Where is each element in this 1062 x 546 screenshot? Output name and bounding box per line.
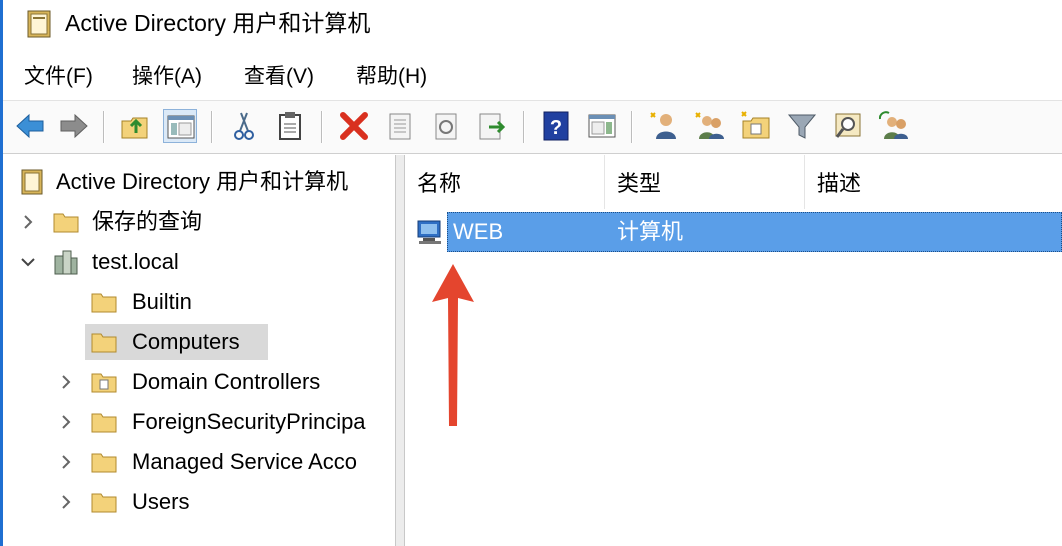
window-title: Active Directory 用户和计算机 bbox=[65, 10, 371, 36]
cut-icon[interactable] bbox=[227, 109, 261, 143]
toolbar-separator bbox=[523, 111, 525, 143]
menu-view[interactable]: 查看(V) bbox=[244, 64, 314, 90]
folder-icon bbox=[90, 408, 118, 436]
annotation-arrow bbox=[430, 262, 476, 430]
folder-icon bbox=[90, 328, 118, 356]
up-folder-icon[interactable] bbox=[119, 109, 153, 143]
toolbar-separator bbox=[211, 111, 213, 143]
paste-icon[interactable] bbox=[273, 109, 307, 143]
tree-item-label: test.local bbox=[92, 249, 179, 274]
tree-root-label: Active Directory 用户和计算机 bbox=[56, 169, 349, 194]
find-icon[interactable] bbox=[831, 109, 865, 143]
domain-icon bbox=[52, 248, 80, 276]
menu-action[interactable]: 操作(A) bbox=[132, 64, 202, 90]
column-header-label: 类型 bbox=[617, 171, 662, 196]
tree-item-label: Computers bbox=[132, 329, 240, 354]
add-to-group-icon[interactable] bbox=[877, 109, 911, 143]
row-selection-highlight bbox=[447, 212, 1062, 252]
console-tree: Active Directory 用户和计算机 保存的查询 test.local… bbox=[3, 155, 395, 546]
column-header-name[interactable]: 名称 bbox=[405, 155, 605, 209]
folder-icon bbox=[90, 488, 118, 516]
computer-icon bbox=[415, 218, 445, 246]
folder-icon bbox=[52, 208, 80, 236]
help-icon[interactable]: ? bbox=[539, 109, 573, 143]
tree-item-users[interactable]: Users bbox=[3, 484, 395, 520]
refresh-icon[interactable] bbox=[429, 109, 463, 143]
tree-item-managed-service-accounts[interactable]: Managed Service Acco bbox=[3, 444, 395, 480]
column-header-type[interactable]: 类型 bbox=[605, 155, 805, 209]
column-header-label: 描述 bbox=[817, 171, 862, 196]
app-icon bbox=[27, 10, 51, 38]
menu-bar: 文件(F) 操作(A) 查看(V) 帮助(H) bbox=[3, 58, 1062, 96]
back-icon[interactable] bbox=[13, 109, 47, 143]
details-pane: 名称 类型 描述 WEB 计算机 bbox=[405, 155, 1062, 546]
properties-icon[interactable] bbox=[383, 109, 417, 143]
tree-item-label: 保存的查询 bbox=[92, 209, 203, 234]
create-group-icon[interactable] bbox=[693, 109, 727, 143]
chevron-right-icon[interactable] bbox=[57, 493, 75, 511]
tree-item-builtin[interactable]: Builtin bbox=[3, 284, 395, 320]
chevron-right-icon[interactable] bbox=[19, 213, 37, 231]
cell-type: 计算机 bbox=[617, 219, 684, 244]
snapin-icon bbox=[18, 168, 46, 196]
chevron-right-icon[interactable] bbox=[57, 453, 75, 471]
tree-item-computers[interactable]: Computers bbox=[3, 324, 395, 360]
tree-item-label: Managed Service Acco bbox=[132, 449, 358, 474]
tree-item-label: Domain Controllers bbox=[132, 369, 321, 394]
list-item-web[interactable]: WEB 计算机 bbox=[413, 212, 1062, 252]
forward-icon[interactable] bbox=[57, 109, 91, 143]
tree-root[interactable]: Active Directory 用户和计算机 bbox=[3, 164, 395, 200]
create-ou-icon[interactable] bbox=[739, 109, 773, 143]
folder-icon bbox=[90, 288, 118, 316]
title-bar: Active Directory 用户和计算机 bbox=[3, 0, 1062, 48]
chevron-right-icon[interactable] bbox=[57, 413, 75, 431]
folder-icon bbox=[90, 448, 118, 476]
chevron-right-icon[interactable] bbox=[57, 373, 75, 391]
cell-name: WEB bbox=[453, 219, 504, 244]
pane-splitter[interactable] bbox=[395, 155, 405, 546]
toolbar-separator bbox=[321, 111, 323, 143]
toolbar: ? bbox=[3, 100, 1062, 154]
chevron-down-icon[interactable] bbox=[19, 253, 37, 271]
menu-help[interactable]: 帮助(H) bbox=[356, 64, 427, 90]
tree-item-test-local[interactable]: test.local bbox=[3, 244, 395, 280]
tree-item-domain-controllers[interactable]: Domain Controllers bbox=[3, 364, 395, 400]
tree-item-label: Builtin bbox=[132, 289, 192, 314]
toolbar-separator bbox=[103, 111, 105, 143]
toolbar-separator bbox=[631, 111, 633, 143]
tree-item-foreign-security-principals[interactable]: ForeignSecurityPrincipa bbox=[3, 404, 395, 440]
export-list-icon[interactable] bbox=[475, 109, 509, 143]
column-header-description[interactable]: 描述 bbox=[805, 155, 1062, 209]
column-header-label: 名称 bbox=[417, 171, 462, 196]
create-user-icon[interactable] bbox=[647, 109, 681, 143]
filter-icon[interactable] bbox=[785, 109, 819, 143]
show-hide-tree-icon[interactable] bbox=[163, 109, 197, 143]
tree-item-label: Users bbox=[132, 489, 190, 514]
tree-item-label: ForeignSecurityPrincipa bbox=[132, 409, 366, 434]
ou-folder-icon bbox=[90, 368, 118, 396]
tree-item-saved-queries[interactable]: 保存的查询 bbox=[3, 204, 395, 240]
svg-text:?: ? bbox=[550, 117, 562, 139]
delete-icon[interactable] bbox=[337, 109, 371, 143]
show-hide-action-pane-icon[interactable] bbox=[585, 109, 619, 143]
menu-file[interactable]: 文件(F) bbox=[24, 64, 93, 90]
